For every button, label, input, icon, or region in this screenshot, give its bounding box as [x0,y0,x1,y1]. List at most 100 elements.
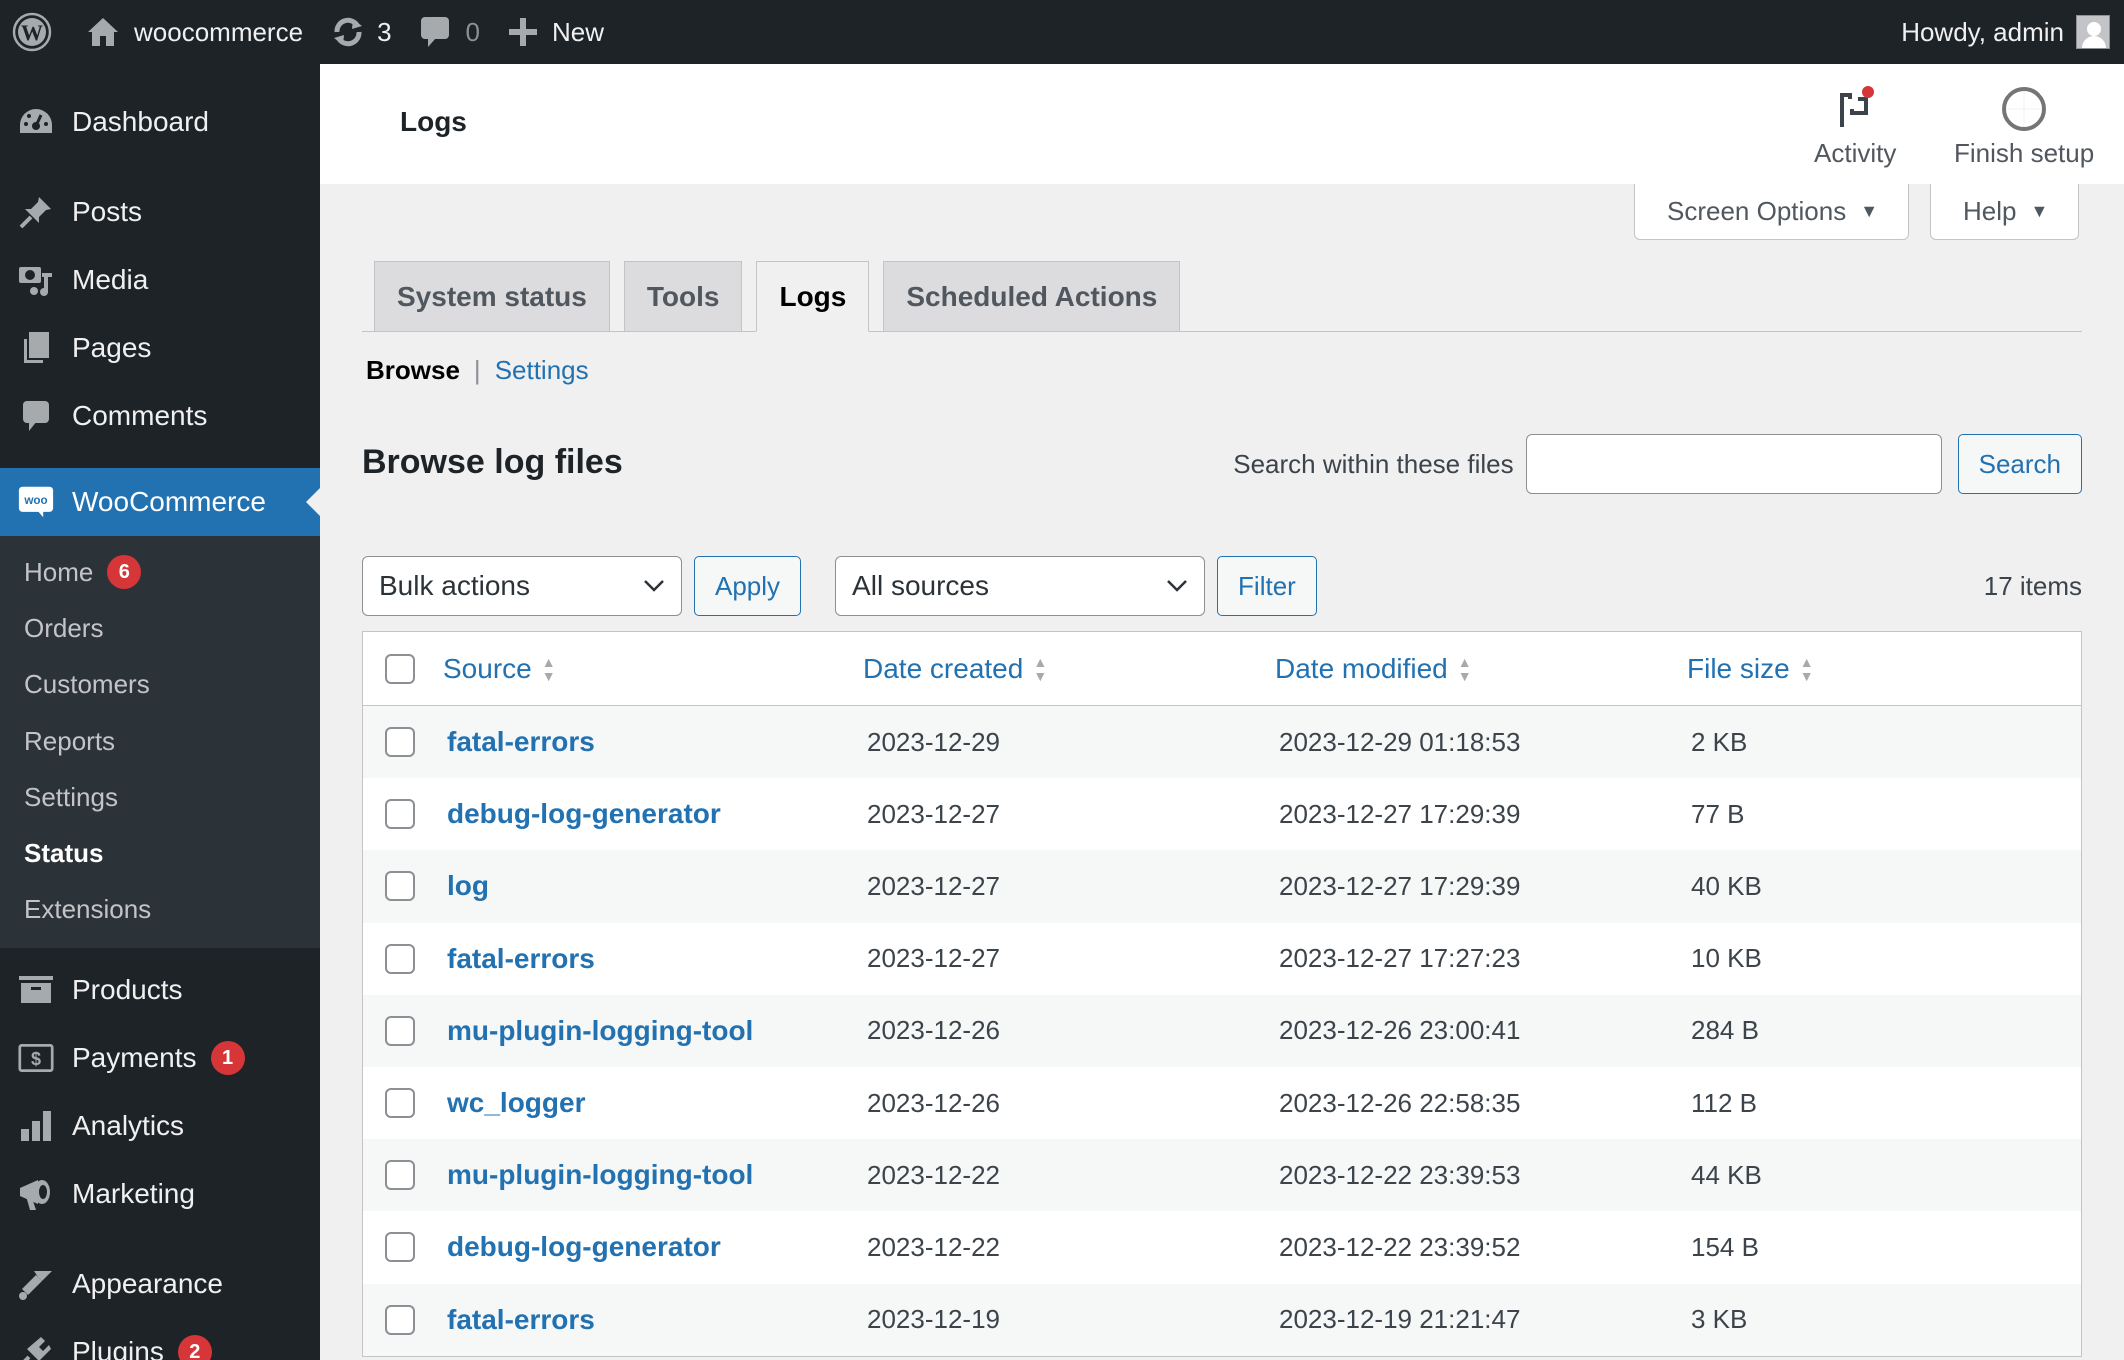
tab-system-status[interactable]: System status [374,261,610,331]
table-row: wc_logger 2023-12-26 2023-12-26 22:58:35 11… [363,1067,2081,1139]
megaphone-icon [18,1176,54,1212]
table-row: mu-plugin-logging-tool 2023-12-26 2023-12-… [363,994,2081,1067]
sidebar-item-woocommerce[interactable]: woo WooCommerce [0,468,320,536]
source-link[interactable]: debug-log-generator [447,798,721,829]
sidebar-item-analytics[interactable]: Analytics [0,1092,320,1160]
cell-date-created: 2023-12-22 [867,1159,1000,1190]
source-link[interactable]: fatal-errors [447,726,595,757]
source-link[interactable]: mu-plugin-logging-tool [447,1159,753,1190]
submenu-item-settings[interactable]: Settings [0,769,320,825]
cell-date-created: 2023-12-27 [867,943,1000,974]
search-box: Search within these files Search [1233,434,2082,494]
plus-icon [508,17,538,47]
column-label: Source [443,652,532,684]
submenu-item-extensions[interactable]: Extensions [0,882,320,938]
column-label: File size [1687,652,1790,684]
sidebar-item-marketing[interactable]: Marketing [0,1160,320,1228]
cell-date-modified: 2023-12-29 01:18:53 [1279,726,1521,757]
submenu-item-reports[interactable]: Reports [0,713,320,769]
search-input[interactable] [1525,434,1942,494]
finish-setup-button[interactable]: Finish setup [1954,84,2094,169]
money-icon: $ [18,1040,54,1076]
sidebar-label: Dashboard [72,106,209,137]
updates-link[interactable]: 3 [317,0,405,64]
plugins-badge: 2 [177,1335,212,1360]
flag-icon [1838,84,1875,134]
screen-options-button[interactable]: Screen Options ▼ [1634,184,1910,240]
subnav-browse[interactable]: Browse [366,355,460,386]
tab-scheduled-actions[interactable]: Scheduled Actions [883,261,1181,331]
column-header-date-modified[interactable]: Date modified ▲ ▼ [1275,653,1687,685]
row-checkbox[interactable] [385,871,415,902]
comments-count: 0 [465,16,480,47]
cell-date-modified: 2023-12-26 22:58:35 [1279,1087,1521,1118]
comments-link[interactable]: 0 [406,0,494,64]
sidebar-label: Pages [72,332,152,363]
sidebar-item-payments[interactable]: $ Payments 1 [0,1024,320,1092]
chevron-down-icon [643,573,665,599]
wordpress-logo-button[interactable]: W [0,0,72,64]
source-link[interactable]: log [447,870,489,901]
tab-tools[interactable]: Tools [623,261,743,331]
help-button[interactable]: Help ▼ [1930,184,2080,240]
logs-subnav: Browse | Settings [366,352,589,388]
cell-source: mu-plugin-logging-tool [443,1015,863,1047]
bulk-actions-select[interactable]: Bulk actions [362,556,682,616]
row-checkbox[interactable] [385,1304,415,1335]
screen-options-label: Screen Options [1667,196,1847,226]
source-link[interactable]: debug-log-generator [447,1231,721,1262]
submenu-item-customers[interactable]: Customers [0,657,320,713]
row-checkbox[interactable] [385,1088,415,1119]
row-checkbox[interactable] [385,799,415,830]
cell-file-size: 40 KB [1691,870,1762,901]
row-checkbox[interactable] [385,943,415,974]
column-header-file-size[interactable]: File size ▲ ▼ [1687,653,1987,685]
site-name-link[interactable]: woocommerce [72,0,317,64]
sidebar-item-pages[interactable]: Pages [0,314,320,382]
submenu-label: Status [24,838,104,869]
new-content-link[interactable]: New [494,0,618,64]
column-label: Date modified [1275,652,1448,684]
source-link[interactable]: fatal-errors [447,943,595,974]
select-all-checkbox[interactable] [385,653,415,684]
sidebar-item-dashboard[interactable]: Dashboard [0,88,320,156]
source-link[interactable]: fatal-errors [447,1304,595,1335]
sidebar-label: WooCommerce [72,486,266,517]
submenu-label: Settings [24,781,118,812]
sidebar-item-products[interactable]: Products [0,956,320,1024]
updates-icon [331,15,365,49]
my-account-link[interactable]: Howdy, admin [1887,0,2124,64]
column-header-date-created[interactable]: Date created ▲ ▼ [863,653,1275,685]
cell-source: fatal-errors [443,943,863,975]
sidebar-item-posts[interactable]: Posts [0,178,320,246]
submenu-item-orders[interactable]: Orders [0,600,320,656]
sources-select[interactable]: All sources [835,556,1206,616]
comment-icon [18,398,54,434]
sidebar-item-plugins[interactable]: Plugins 2 [0,1318,320,1360]
cell-source: mu-plugin-logging-tool [443,1159,863,1191]
sidebar-item-media[interactable]: Media [0,246,320,314]
sidebar-item-appearance[interactable]: Appearance [0,1250,320,1318]
row-checkbox[interactable] [385,727,415,758]
subnav-settings-link[interactable]: Settings [495,355,589,386]
items-count: 17 items [1983,570,2082,601]
cell-date-modified: 2023-12-19 21:21:47 [1279,1304,1521,1335]
apply-button[interactable]: Apply [694,556,802,616]
sidebar-item-comments[interactable]: Comments [0,382,320,450]
tab-logs[interactable]: Logs [756,261,870,332]
search-button[interactable]: Search [1957,434,2082,494]
submenu-item-status[interactable]: Status [0,825,320,881]
cell-date-modified: 2023-12-27 17:29:39 [1279,870,1521,901]
row-checkbox[interactable] [385,1232,415,1263]
sort-icon: ▲ ▼ [541,653,556,684]
activity-button[interactable]: Activity [1814,84,1896,169]
source-link[interactable]: mu-plugin-logging-tool [447,1015,753,1046]
submenu-item-home[interactable]: Home 6 [0,544,320,600]
row-checkbox[interactable] [385,1015,415,1046]
row-checkbox[interactable] [385,1160,415,1191]
site-name: woocommerce [134,16,304,47]
column-header-source[interactable]: Source ▲ ▼ [443,653,863,685]
source-link[interactable]: wc_logger [447,1087,585,1118]
svg-text:W: W [21,20,43,45]
filter-button[interactable]: Filter [1217,556,1317,616]
